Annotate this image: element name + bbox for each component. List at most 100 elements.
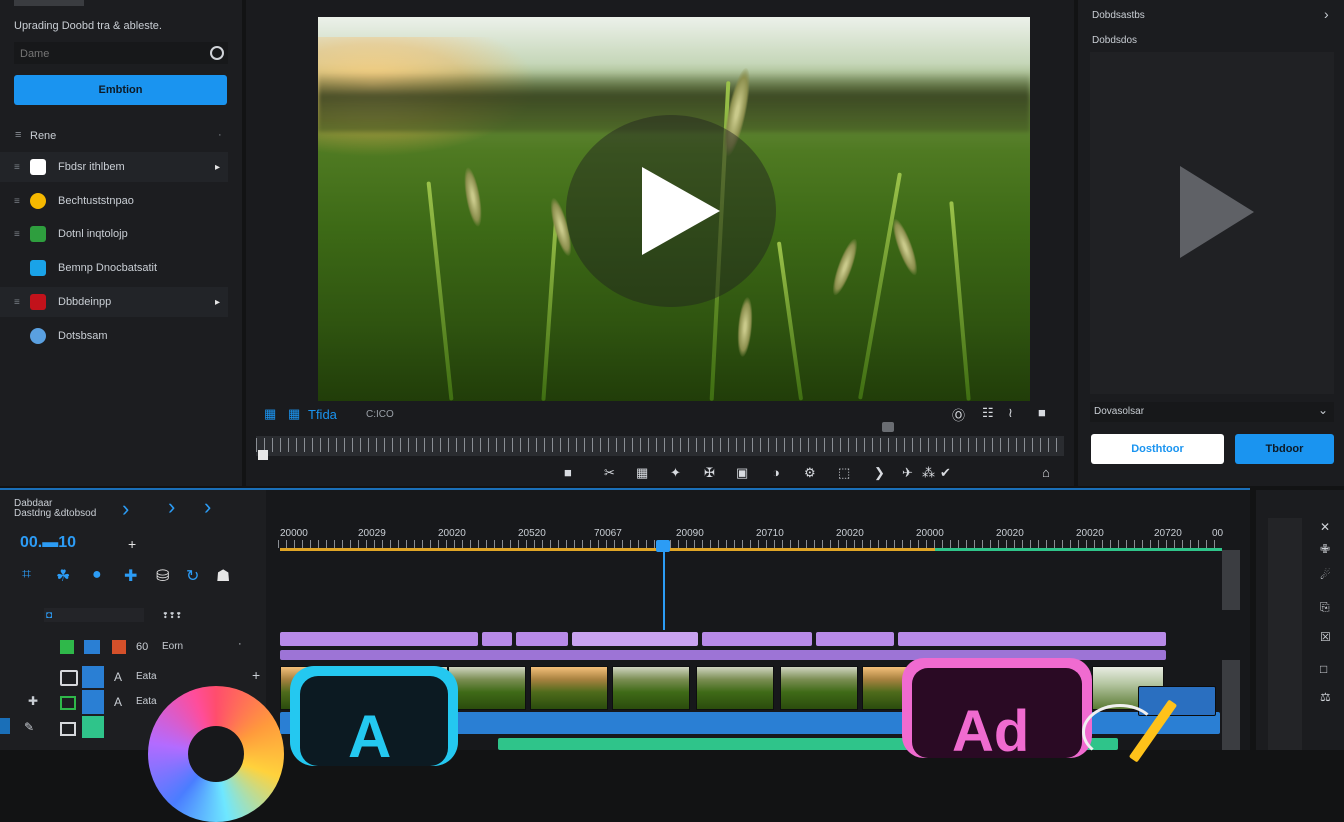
track-film-icon[interactable] [82,690,104,714]
track-film-icon[interactable] [84,640,100,654]
crop-icon[interactable]: ⬚ [838,465,850,481]
track-lock-icon[interactable]: ✚ [28,694,38,708]
track-film-icon[interactable] [82,666,104,688]
playhead-line[interactable] [663,548,665,630]
track-side-icon[interactable] [0,718,10,734]
close-icon[interactable]: ✕ [1320,520,1330,534]
square-icon[interactable]: □ [1320,662,1327,676]
panel-tab-indicator[interactable] [14,0,84,6]
send-icon[interactable]: ✈ [902,465,913,481]
folder-icon[interactable]: ■ [1038,405,1046,420]
primary-action-button[interactable]: Embtion [14,75,227,105]
purple-clip[interactable] [482,632,512,646]
section-menu-icon[interactable]: · [218,129,222,141]
settings-icon[interactable]: ☗ [216,566,230,586]
secondary-button[interactable]: Dosthtoor [1091,434,1224,464]
purple-clip[interactable] [516,632,568,646]
marker-icon[interactable]: ● [92,566,102,584]
video-clip-thumbnail[interactable] [612,666,690,710]
home-icon[interactable]: ⌂ [1042,465,1050,480]
video-clip-thumbnail[interactable] [448,666,526,710]
check-icon[interactable]: ✔ [940,465,951,481]
track-grid-icon[interactable] [60,640,74,654]
side-scroll-track[interactable] [1268,518,1302,750]
timeline-v-scrollbar[interactable] [1222,550,1240,610]
search-box[interactable] [14,42,228,64]
scrub-bar[interactable] [256,422,1064,460]
sync-icon[interactable]: ↻ [186,566,199,586]
scrub-start-marker[interactable] [258,450,268,460]
add-marker-icon[interactable]: ✚ [124,566,137,586]
video-clip-thumbnail[interactable] [780,666,858,710]
track-monitor-icon[interactable] [60,722,76,736]
transform-icon[interactable]: ✙ [1320,542,1330,556]
add-track-icon[interactable]: + [128,536,136,552]
effect-item-3[interactable]: Bemnp Dnocbatsatit [0,253,228,283]
video-frame[interactable] [318,17,1030,401]
video-clip-thumbnail[interactable] [530,666,608,710]
sparkle-icon[interactable]: ⁂ [922,465,935,481]
grid-icon[interactable]: ☷ [982,405,994,421]
source-dropdown[interactable]: Dovasolsar ⌄ [1090,402,1334,422]
settings-icon[interactable]: ⚙ [804,465,816,481]
effect-item-5[interactable]: Dotsbsam [0,321,228,351]
nav-arrow-icon[interactable]: › [204,494,211,520]
cut-icon[interactable]: ✂ [604,465,615,481]
snap-icon[interactable]: ⌗ [22,566,31,584]
contrast-icon[interactable]: ◑ [772,465,780,480]
drag-handle-icon[interactable]: ≡ [14,229,22,240]
track-fx-icon[interactable] [112,640,126,654]
purple-clip[interactable] [572,632,698,646]
effect-item-2[interactable]: ≡ Dotnl inqtolojp [0,219,228,249]
layout-icon[interactable]: ▦ [288,406,300,422]
effect-item-0[interactable]: ≡ Fbdsr ithlbem ▸ [0,152,228,182]
frame-icon[interactable]: ▣ [736,465,748,481]
effect-item-4[interactable]: ≡ Dbbdeinpp ▸ [0,287,228,317]
timeline-v-scrollbar[interactable] [1222,660,1240,750]
captions-icon[interactable]: ⛁ [156,566,169,586]
drag-handle-icon[interactable]: ≡ [14,196,22,207]
balance-icon[interactable]: ⚖ [1320,690,1331,704]
keyboard-icon[interactable]: ⎘ [1320,600,1330,615]
track-menu-icon[interactable]: ❢❢❢ [162,611,182,620]
section-toggle-icon[interactable]: ≡ [15,129,21,141]
track-pen-icon[interactable]: ✎ [24,720,34,734]
blue-clip-badge[interactable] [1138,686,1216,716]
effects-icon[interactable]: ✦ [670,465,681,481]
scrub-playhead[interactable] [882,422,894,432]
purple-clip[interactable] [816,632,894,646]
search-icon[interactable] [210,46,224,60]
drag-handle-icon[interactable]: ≡ [14,297,22,308]
link-icon[interactable]: ☘ [56,566,70,586]
view-label[interactable]: Tfida [308,407,337,422]
nav-arrow-icon[interactable]: › [122,496,129,522]
work-area-bar[interactable] [280,548,935,551]
move-icon[interactable]: ✠ [704,465,715,481]
purple-clip[interactable] [280,632,478,646]
chevron-down-icon[interactable]: ⌄ [1318,403,1328,417]
next-icon[interactable]: ❯ [874,465,885,481]
timeline-timecode[interactable]: 00.▬10 [20,534,76,552]
track-green-icon[interactable] [82,716,104,738]
effect-icon[interactable]: ☄ [1320,568,1331,582]
play-overlay-button[interactable] [566,115,776,307]
expand-arrow-icon[interactable]: ▸ [215,297,220,308]
close-icon[interactable]: › [1324,6,1329,22]
trim-icon[interactable]: ▦ [636,465,648,481]
drag-handle-icon[interactable]: ≡ [14,162,22,173]
effect-item-1[interactable]: ≡ Bechtuststnpao [0,186,228,216]
work-area-bar-end[interactable] [935,548,1222,551]
nav-arrow-icon[interactable]: › [168,494,175,520]
primary-button[interactable]: Tbdoor [1235,434,1334,464]
video-clip-thumbnail[interactable] [696,666,774,710]
marker-icon[interactable]: ■ [564,465,572,480]
circle-icon[interactable]: Ⓞ [952,405,965,424]
playhead-handle[interactable] [656,540,670,552]
search-input[interactable] [18,44,202,64]
wave-icon[interactable]: ≀ [1008,405,1013,421]
track-toggle-icon[interactable] [60,696,76,710]
purple-clip[interactable] [898,632,1166,646]
source-preview[interactable] [1090,52,1334,394]
timeline-ruler[interactable]: 20000 20029 20020 20520 70067 20090 2071… [278,520,1224,550]
remove-icon[interactable]: ☒ [1320,630,1331,644]
